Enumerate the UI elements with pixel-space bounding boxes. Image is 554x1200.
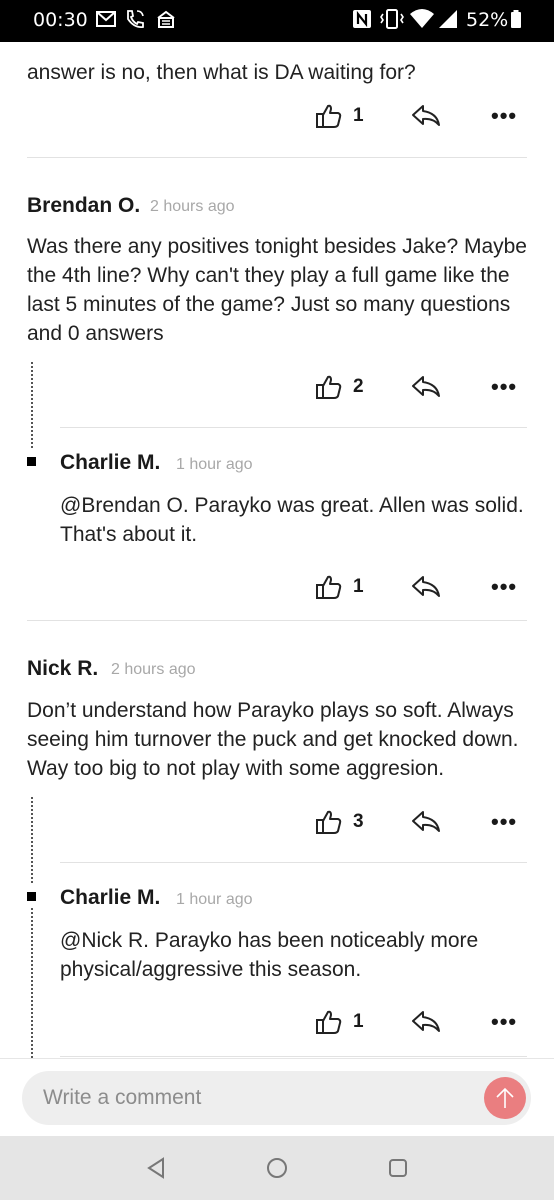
- reply-button[interactable]: [411, 804, 441, 840]
- reply-text: @Nick R. Parayko has been noticeably mor…: [60, 929, 479, 981]
- comment-text: Was there any positives tonight besides …: [27, 235, 527, 345]
- reply-button[interactable]: [411, 98, 441, 134]
- recents-icon: [389, 1159, 407, 1177]
- news-icon: [155, 8, 177, 35]
- comment-actions: 2 •••: [315, 369, 525, 405]
- like-button[interactable]: 2: [315, 369, 364, 405]
- reply-icon: [412, 811, 440, 832]
- send-button[interactable]: [484, 1077, 526, 1119]
- arrow-up-icon: [496, 1087, 514, 1108]
- divider: [60, 427, 527, 428]
- thumbs-up-icon: [316, 810, 342, 834]
- thread-line: [31, 908, 33, 1058]
- reply-bullet: [27, 457, 36, 466]
- more-dots-icon: •••: [491, 1009, 518, 1034]
- divider: [60, 1056, 527, 1057]
- like-button[interactable]: 1: [315, 569, 364, 605]
- comment-input[interactable]: [22, 1071, 531, 1125]
- home-button[interactable]: [263, 1154, 291, 1182]
- like-count: 1: [353, 1011, 364, 1032]
- cut-off-line: [27, 42, 537, 58]
- comment-author[interactable]: Nick R.: [27, 657, 98, 681]
- recents-button[interactable]: [384, 1154, 412, 1182]
- gmail-icon: [96, 8, 116, 35]
- reply-bullet: [27, 892, 36, 901]
- comment-author[interactable]: Brendan O.: [27, 194, 140, 218]
- reply-time: 1 hour ago: [176, 456, 253, 473]
- reply-author[interactable]: Charlie M.: [60, 451, 160, 475]
- reply-icon: [412, 105, 440, 126]
- reply-icon: [412, 1011, 440, 1032]
- thread-line: [31, 362, 33, 448]
- battery-percent: 52%: [466, 9, 509, 31]
- comment-text-partial: answer is no, then what is DA waiting fo…: [27, 42, 537, 88]
- reply-button[interactable]: [411, 569, 441, 605]
- wifi-icon: [409, 8, 435, 35]
- more-options-button[interactable]: •••: [491, 569, 517, 605]
- comment-composer: [0, 1058, 554, 1136]
- thumbs-up-icon: [316, 375, 342, 399]
- more-options-button[interactable]: •••: [491, 98, 517, 134]
- reply-button[interactable]: [411, 1004, 441, 1040]
- like-count: 1: [353, 576, 364, 597]
- like-button[interactable]: 1: [315, 98, 364, 134]
- more-options-button[interactable]: •••: [491, 1004, 517, 1040]
- more-dots-icon: •••: [491, 574, 518, 599]
- reply-actions: 1 •••: [315, 569, 525, 605]
- status-time: 00:30: [33, 9, 88, 31]
- reply-icon: [412, 376, 440, 397]
- thumbs-up-icon: [316, 104, 342, 128]
- like-count: 2: [353, 376, 364, 397]
- back-button[interactable]: [142, 1154, 170, 1182]
- thread-line: [31, 797, 33, 883]
- divider: [27, 157, 527, 158]
- like-count: 3: [353, 811, 364, 832]
- comment-text: answer is no, then what is DA waiting fo…: [27, 61, 416, 84]
- like-button[interactable]: 1: [315, 1004, 364, 1040]
- back-icon: [147, 1157, 164, 1179]
- wifi-calling-icon: [124, 8, 146, 35]
- system-nav-bar: [0, 1136, 554, 1200]
- comment-feed[interactable]: answer is no, then what is DA waiting fo…: [0, 42, 554, 1058]
- home-icon: [267, 1158, 287, 1178]
- comment-actions: 3 •••: [315, 804, 525, 840]
- comment-time: 2 hours ago: [150, 198, 235, 215]
- more-options-button[interactable]: •••: [491, 804, 517, 840]
- more-options-button[interactable]: •••: [491, 369, 517, 405]
- reply-time: 1 hour ago: [176, 891, 253, 908]
- reply-text: @Brendan O. Parayko was great. Allen was…: [60, 494, 524, 546]
- more-dots-icon: •••: [491, 809, 518, 834]
- more-dots-icon: •••: [491, 374, 518, 399]
- status-bar: 00:30 52%: [0, 0, 554, 42]
- battery-icon: [510, 8, 522, 35]
- more-dots-icon: •••: [491, 103, 518, 128]
- comment-time: 2 hours ago: [111, 661, 196, 678]
- reply-actions: 1 •••: [315, 1004, 525, 1040]
- vibrate-icon: [380, 8, 404, 35]
- thumbs-up-icon: [316, 575, 342, 599]
- reply-author[interactable]: Charlie M.: [60, 886, 160, 910]
- like-count: 1: [353, 105, 364, 126]
- comment-text: Don’t understand how Parayko plays so so…: [27, 699, 519, 780]
- like-button[interactable]: 3: [315, 804, 364, 840]
- divider: [27, 620, 527, 621]
- signal-icon: [437, 8, 459, 35]
- reply-icon: [412, 576, 440, 597]
- divider: [60, 862, 527, 863]
- nfc-icon: [352, 8, 372, 35]
- thumbs-up-icon: [316, 1010, 342, 1034]
- reply-button[interactable]: [411, 369, 441, 405]
- comment-actions: 1 •••: [315, 98, 525, 134]
